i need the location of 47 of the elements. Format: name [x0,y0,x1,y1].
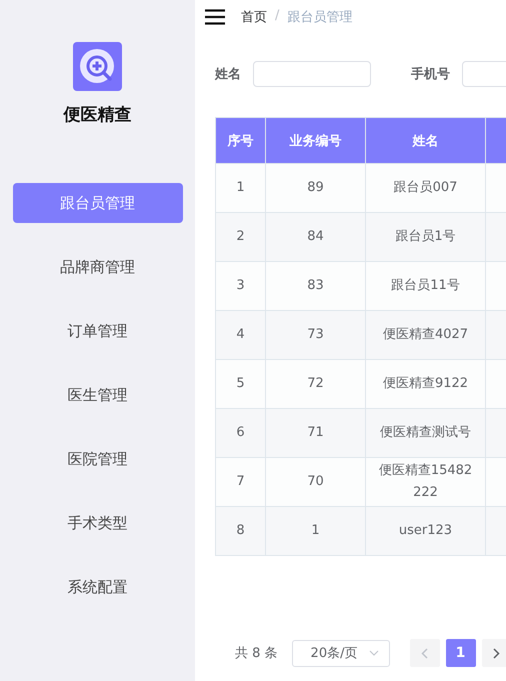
table-cell: 5 [216,360,266,408]
breadcrumb-separator: / [275,8,280,25]
sidebar-item[interactable]: 医院管理 [12,439,182,479]
sidebar-item[interactable]: 订单管理 [12,311,182,351]
magnifier-plus-logo-icon [73,42,122,91]
page-size-select[interactable]: 20条/页 [292,640,390,666]
table-cell: 跟台员11号 [366,262,486,310]
table-cell: 8 [216,506,266,556]
table-cell: 6 [216,408,266,458]
total-count: 共 8 条 [235,645,278,662]
next-page-button[interactable] [482,639,506,667]
table-cell: 71 [266,408,366,458]
table-cell: 72 [266,360,366,408]
table-cell: 便医精查15482222 [366,458,486,506]
filter-label: 姓名 [215,66,241,83]
table-cell: 跟台员007 [366,164,486,212]
table-cell: 便医精查测试号 [366,408,486,458]
filter-label: 手机号 [411,66,450,83]
table-cell: 1 [266,506,366,556]
filter-input[interactable] [253,61,371,87]
table-cell: user123 [366,506,486,556]
table-cell: 84 [266,212,366,262]
table-cell: 跟台员1号 [366,212,486,262]
table-cell: 70 [266,458,366,506]
sidebar-item[interactable]: 系统配置 [12,567,182,607]
sidebar-item[interactable]: 手术类型 [12,503,182,543]
menu-icon[interactable] [205,9,225,25]
sidebar-item[interactable]: 品牌商管理 [12,247,182,287]
breadcrumb-link[interactable]: 首页 [241,8,267,26]
table-cell: 1 [216,164,266,212]
brand-name: 便医精查 [64,104,132,126]
table-cell: 89 [266,164,366,212]
table-cell: 7 [216,458,266,506]
column-header: 姓名 [366,118,486,164]
table-cell: 2 [216,212,266,262]
table-cell: 83 [266,262,366,310]
chevron-down-icon [368,650,379,656]
column-header: 业务编号 [266,118,366,164]
chevron-right-icon [493,648,500,658]
table-cell: 73 [266,310,366,360]
table-cell: 3 [216,262,266,310]
chevron-left-icon [421,648,428,658]
table-cell: 便医精查4027 [366,310,486,360]
column-header: 序号 [216,118,266,164]
table-cell: 4 [216,310,266,360]
table-cell: 便医精查9122 [366,360,486,408]
sidebar-item[interactable]: 医生管理 [12,375,182,415]
